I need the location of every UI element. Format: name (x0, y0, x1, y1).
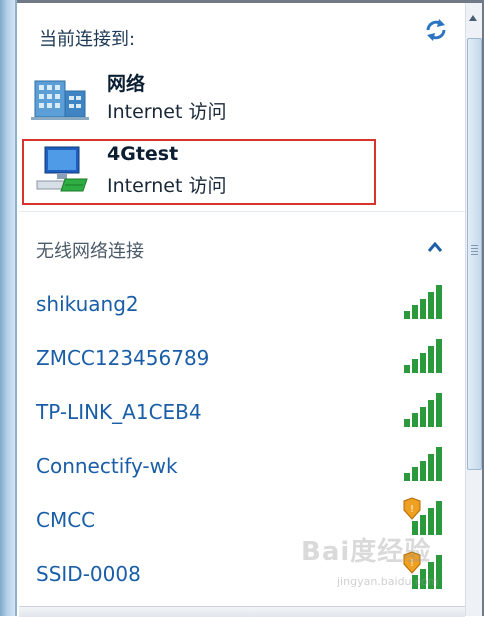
connection-name: 网络 (107, 73, 146, 95)
watermark-url: jingyan.baidu.com (337, 575, 439, 588)
window-frame-left (0, 0, 17, 616)
scroll-up-arrow-icon[interactable] (465, 3, 481, 31)
scroll-grip (471, 254, 478, 255)
ssid-label: ZMCC123456789 (36, 346, 210, 370)
ssid-label: SSID-0008 (36, 562, 141, 586)
network-flyout-panel: 当前连接到: 网络 Internet 访问 4Gtest Internet 访问… (19, 3, 465, 616)
wireless-network-item[interactable]: TP-LINK_A1CEB4 (19, 379, 465, 433)
signal-strength-icon (404, 339, 442, 373)
wireless-section-heading: 无线网络连接 (36, 241, 144, 262)
ssid-label: CMCC (36, 508, 96, 532)
network-building-icon (31, 80, 89, 120)
scroll-grip (471, 251, 478, 252)
ssid-label: TP-LINK_A1CEB4 (36, 400, 202, 424)
wireless-network-item[interactable]: ZMCC123456789 (19, 325, 465, 379)
section-divider (19, 211, 465, 212)
signal-strength-icon (404, 447, 442, 481)
connection-status: Internet 访问 (107, 101, 227, 123)
svg-text:!: ! (410, 504, 414, 515)
refresh-icon[interactable] (423, 17, 449, 43)
wireless-network-item[interactable]: shikuang2 (19, 271, 465, 325)
bottom-bar (19, 606, 465, 617)
scroll-grip (471, 245, 478, 246)
signal-strength-icon (404, 285, 442, 319)
scrollbar-thumb[interactable] (467, 38, 482, 470)
scroll-grip (471, 248, 478, 249)
watermark-logo: Bai度经验 (301, 537, 432, 567)
ssid-label: Connectify-wk (36, 454, 178, 478)
wireless-network-item[interactable]: Connectify-wk (19, 433, 465, 487)
ssid-label: shikuang2 (36, 292, 139, 316)
connected-to-heading: 当前连接到: (39, 29, 136, 50)
chevron-up-icon[interactable] (427, 241, 443, 253)
connection-item-network[interactable]: 网络 Internet 访问 (19, 63, 465, 129)
highlight-box (22, 139, 376, 205)
signal-strength-icon (404, 393, 442, 427)
